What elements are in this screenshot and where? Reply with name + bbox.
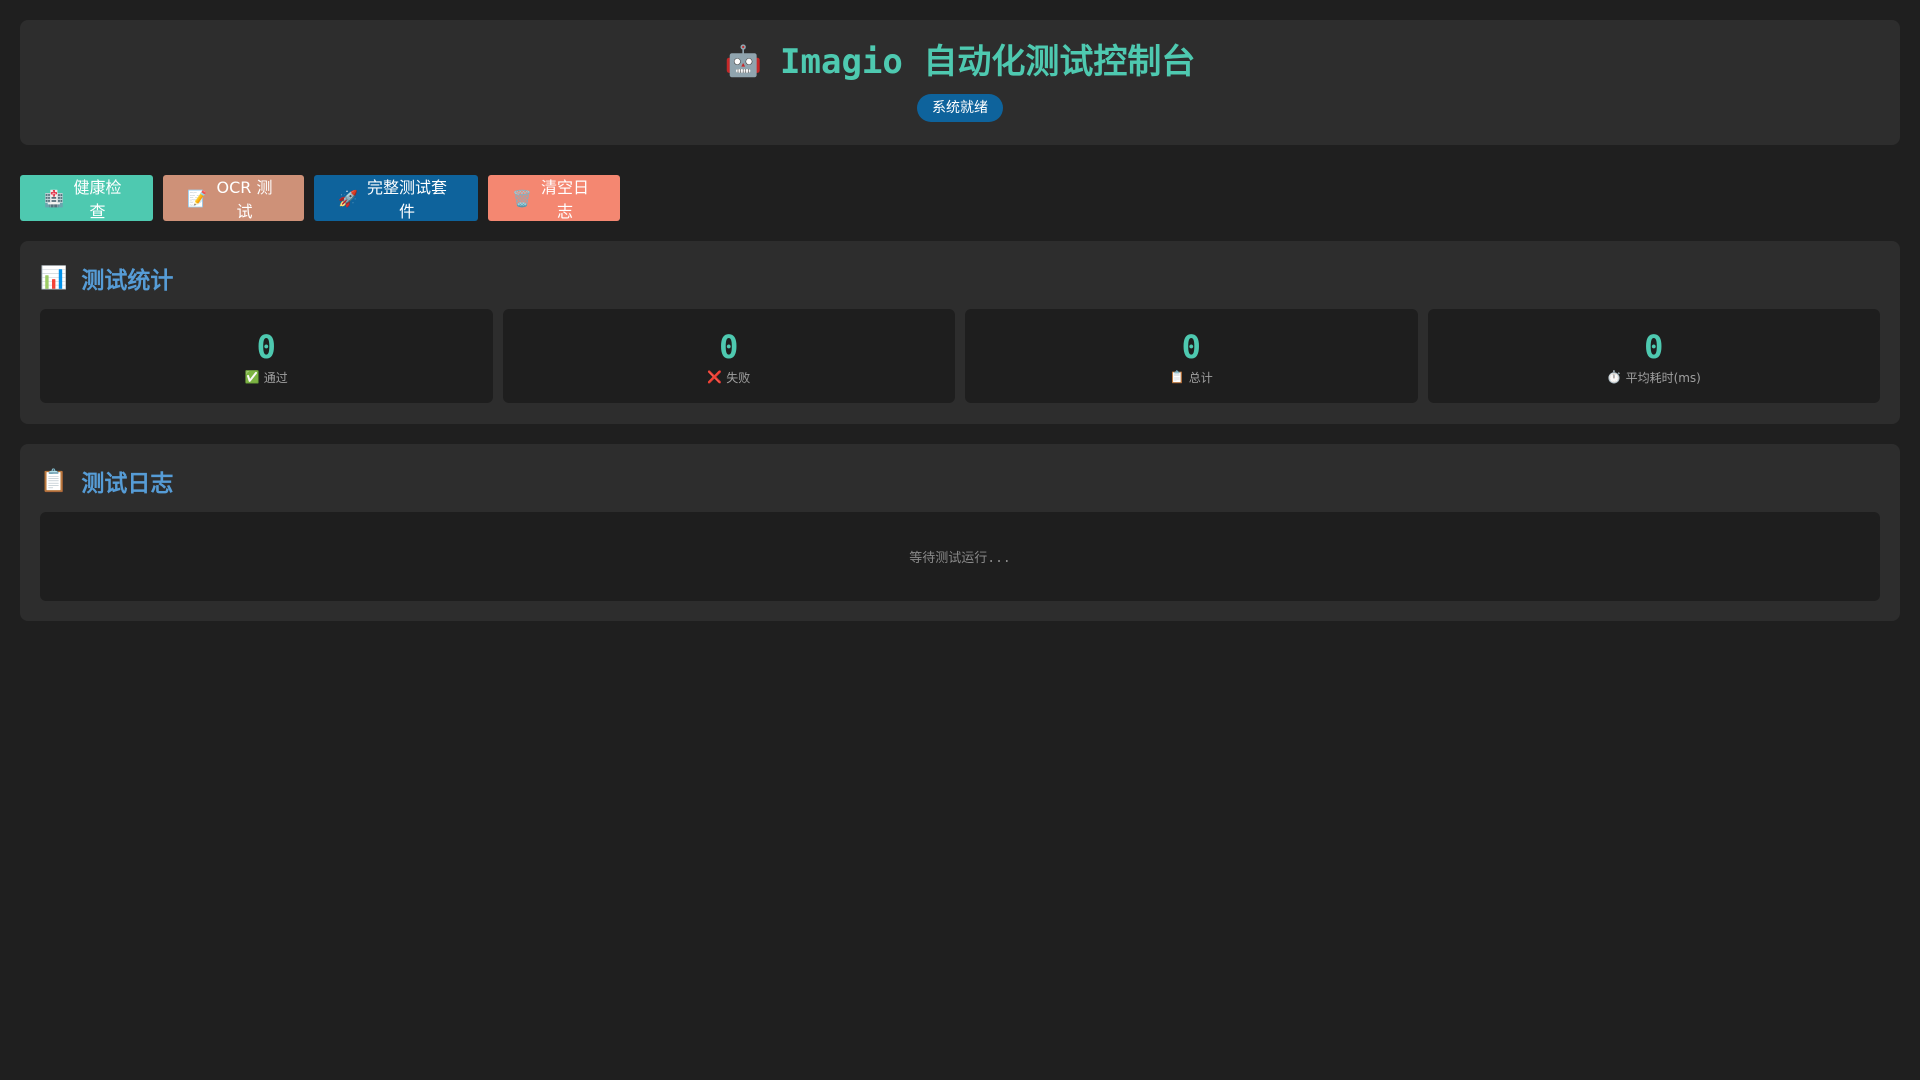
- clear-log-label: 清空日志: [540, 178, 589, 221]
- ocr-test-button[interactable]: 📝 OCR 测试: [163, 175, 304, 221]
- hospital-icon: 🏥: [44, 188, 64, 208]
- health-check-label: 健康检查: [73, 178, 122, 221]
- bar-chart-icon: 📊: [40, 265, 68, 291]
- clear-log-button[interactable]: 🗑️ 清空日志: [488, 175, 620, 221]
- full-suite-button[interactable]: 🚀 完整测试套件: [314, 175, 478, 221]
- title-row: 🤖 Imagio 自动化测试控制台: [725, 42, 1196, 82]
- header-panel: 🤖 Imagio 自动化测试控制台 系统就绪: [20, 20, 1900, 145]
- passed-label-row: ✅ 通过: [245, 369, 288, 386]
- toolbar: 🏥 健康检查 📝 OCR 测试 🚀 完整测试套件 🗑️ 清空日志: [20, 175, 1900, 221]
- log-panel: 📋 测试日志 等待测试运行...: [20, 444, 1900, 621]
- clipboard-icon: 📋: [1169, 370, 1185, 384]
- failed-count: 0: [719, 327, 739, 366]
- ocr-test-label: OCR 测试: [216, 178, 273, 221]
- passed-count: 0: [256, 327, 276, 366]
- stats-grid: 0 ✅ 通过 0 ❌ 失败 0 📋 总计 0 ⏱️ 平均耗时(ms): [40, 309, 1880, 403]
- log-title: 测试日志: [81, 471, 174, 497]
- page-title: Imagio 自动化测试控制台: [780, 42, 1196, 82]
- clipboard-icon: 📋: [40, 468, 68, 494]
- total-count: 0: [1181, 327, 1201, 366]
- stat-card-failed: 0 ❌ 失败: [502, 309, 955, 403]
- check-mark-icon: ✅: [244, 370, 260, 384]
- avg-time-value: 0: [1644, 327, 1664, 366]
- passed-label: 通过: [263, 370, 288, 385]
- trash-icon: 🗑️: [512, 188, 532, 208]
- full-suite-label: 完整测试套件: [366, 178, 447, 221]
- total-label: 总计: [1188, 370, 1213, 385]
- page: 🤖 Imagio 自动化测试控制台 系统就绪 🏥 健康检查 📝 OCR 测试 🚀…: [0, 0, 1920, 1080]
- cross-mark-icon: ❌: [707, 370, 723, 384]
- avg-time-label: 平均耗时(ms): [1625, 370, 1701, 385]
- failed-label-row: ❌ 失败: [707, 369, 750, 386]
- robot-icon: 🤖: [724, 44, 763, 79]
- failed-label: 失败: [726, 370, 751, 385]
- avg-time-label-row: ⏱️ 平均耗时(ms): [1607, 369, 1701, 386]
- memo-icon: 📝: [187, 188, 207, 208]
- stat-card-avg-time: 0 ⏱️ 平均耗时(ms): [1427, 309, 1880, 403]
- log-heading: 📋 测试日志: [40, 464, 1880, 498]
- stat-card-total: 0 📋 总计: [965, 309, 1418, 403]
- stats-panel: 📊 测试统计 0 ✅ 通过 0 ❌ 失败 0 📋 总计 0 ⏱️ 平均耗时(ms…: [20, 241, 1900, 424]
- log-placeholder: 等待测试运行...: [909, 551, 1011, 566]
- log-output[interactable]: 等待测试运行...: [40, 512, 1880, 601]
- stats-heading: 📊 测试统计: [40, 261, 1880, 295]
- rocket-icon: 🚀: [338, 188, 358, 208]
- status-badge: 系统就绪: [917, 94, 1003, 122]
- total-label-row: 📋 总计: [1170, 369, 1213, 386]
- health-check-button[interactable]: 🏥 健康检查: [20, 175, 153, 221]
- stopwatch-icon: ⏱️: [1606, 370, 1622, 384]
- stats-title: 测试统计: [81, 268, 174, 294]
- stat-card-passed: 0 ✅ 通过: [40, 309, 493, 403]
